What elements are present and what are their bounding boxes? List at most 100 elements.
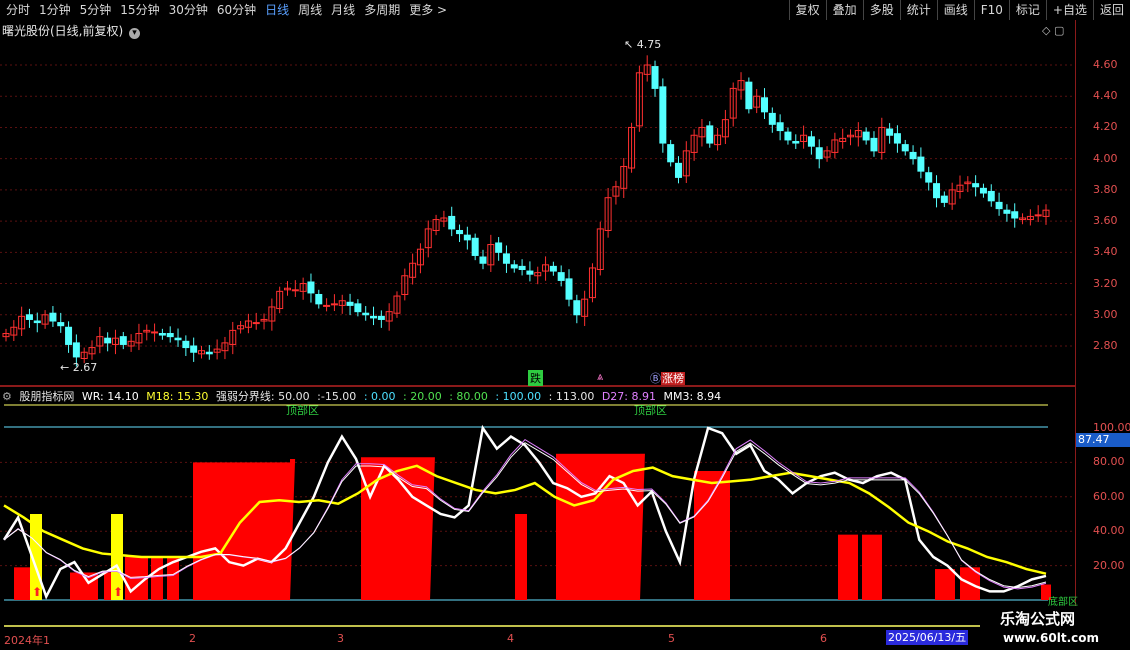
date-start: 2024年1	[4, 634, 50, 647]
candle-body	[870, 137, 878, 152]
up-arrow-icon: ⬆	[113, 585, 123, 599]
indicator-bar-13	[935, 569, 955, 600]
candle-body	[463, 234, 471, 241]
indicator-tick-1: 80.00	[1093, 455, 1125, 469]
candle-body	[862, 131, 870, 141]
candle-body	[1011, 211, 1019, 219]
candle-body	[307, 281, 315, 294]
candle-body	[815, 147, 823, 160]
candle-body	[158, 333, 166, 336]
board-tag: Ⓑ涨榜	[650, 370, 685, 386]
candle-body	[651, 66, 659, 89]
candle-body	[518, 265, 526, 271]
indicator-bar-0	[14, 567, 32, 600]
indicator-bar-10	[694, 471, 730, 600]
watermark-title: 乐淘公式网	[1000, 610, 1076, 628]
indicator-tick-4: 20.00	[1093, 558, 1125, 572]
candle-body	[190, 345, 198, 353]
candle-body	[886, 128, 894, 136]
candle-body	[471, 237, 479, 256]
candle-body	[33, 320, 41, 324]
candle-body	[252, 322, 260, 325]
price-tick-5: 3.60	[1093, 214, 1118, 228]
candle-body	[1003, 209, 1011, 214]
candle-body	[979, 187, 987, 194]
candle-body	[901, 144, 909, 152]
board-prefix: Ⓑ	[650, 372, 661, 385]
candle-body	[65, 326, 73, 345]
candle-body	[987, 190, 995, 202]
candle-body	[330, 303, 338, 306]
candle-body	[479, 256, 487, 264]
indicator-bar-11	[838, 534, 858, 600]
date-month-4: 4	[507, 632, 514, 645]
price-tick-0: 4.60	[1093, 58, 1118, 71]
candle-body	[933, 183, 941, 199]
price-tick-7: 3.20	[1093, 276, 1118, 290]
low-label: ← 2.67	[60, 361, 98, 374]
candle-body	[448, 215, 456, 230]
candle-body	[510, 264, 518, 269]
price-tick-2: 4.20	[1093, 120, 1118, 134]
candle-body	[495, 242, 503, 253]
price-tick-3: 4.00	[1093, 151, 1118, 165]
candle-body	[346, 301, 354, 306]
candle-body	[972, 183, 980, 188]
current-date-badge: 2025/06/13/五	[886, 630, 968, 645]
top-zone-label-2: 顶部区	[634, 404, 667, 417]
price-tick-6: 3.40	[1093, 245, 1118, 259]
candle-body	[807, 136, 815, 147]
candle-body	[776, 122, 784, 132]
candle-body	[549, 265, 557, 272]
candle-body	[119, 336, 127, 345]
indicator-bar-8	[515, 514, 527, 600]
candle-body	[182, 340, 190, 349]
top-zone-label-1: 顶部区	[286, 404, 319, 417]
candle-body	[768, 112, 776, 125]
current-value-badge: 87.47	[1076, 433, 1130, 447]
down-tag: 跌	[528, 370, 543, 386]
up-arrow-icon: ⬆	[32, 585, 42, 599]
candle-body	[362, 312, 370, 316]
candle-body	[354, 303, 362, 313]
candle-body	[573, 300, 581, 316]
candle-body	[893, 133, 901, 144]
candle-body	[995, 201, 1003, 210]
indicator-bar-12	[862, 534, 882, 600]
indicator-tick-2: 60.00	[1093, 489, 1125, 503]
candle-body	[323, 304, 331, 307]
date-month-6: 6	[820, 632, 827, 645]
candle-body	[49, 312, 57, 322]
indicator-bar-4	[151, 557, 163, 600]
candle-body	[760, 97, 768, 113]
date-month-2: 2	[189, 632, 196, 645]
price-tick-9: 2.80	[1093, 339, 1118, 352]
candle-body	[370, 315, 378, 319]
candle-body	[151, 331, 159, 334]
candle-body	[557, 272, 565, 281]
candle-body	[25, 314, 33, 320]
low-value: 2.67	[72, 361, 98, 374]
watermark-url: www.60lt.com	[1003, 631, 1100, 645]
indicator-bar-2	[104, 572, 112, 600]
candle-body	[940, 195, 948, 203]
date-month-5: 5	[668, 632, 675, 645]
chart-canvas: ⬆ ⬆	[0, 55, 1075, 627]
candle-body	[667, 144, 675, 163]
candle-body	[909, 151, 917, 160]
candle-body	[526, 270, 534, 275]
candle-body	[57, 322, 65, 327]
candle-body	[502, 253, 510, 264]
candle-body	[925, 172, 933, 183]
candle-body	[291, 289, 299, 292]
candle-body	[565, 278, 573, 300]
candle-body	[674, 162, 682, 178]
up-arrow-icon: ⩓	[597, 370, 604, 383]
price-tick-1: 4.40	[1093, 89, 1118, 103]
price-tick-8: 3.00	[1093, 307, 1118, 321]
candle-body	[706, 125, 714, 144]
candle-body	[659, 86, 667, 144]
candle-body	[792, 140, 800, 144]
candle-body	[917, 156, 925, 172]
candle-body	[784, 131, 792, 141]
